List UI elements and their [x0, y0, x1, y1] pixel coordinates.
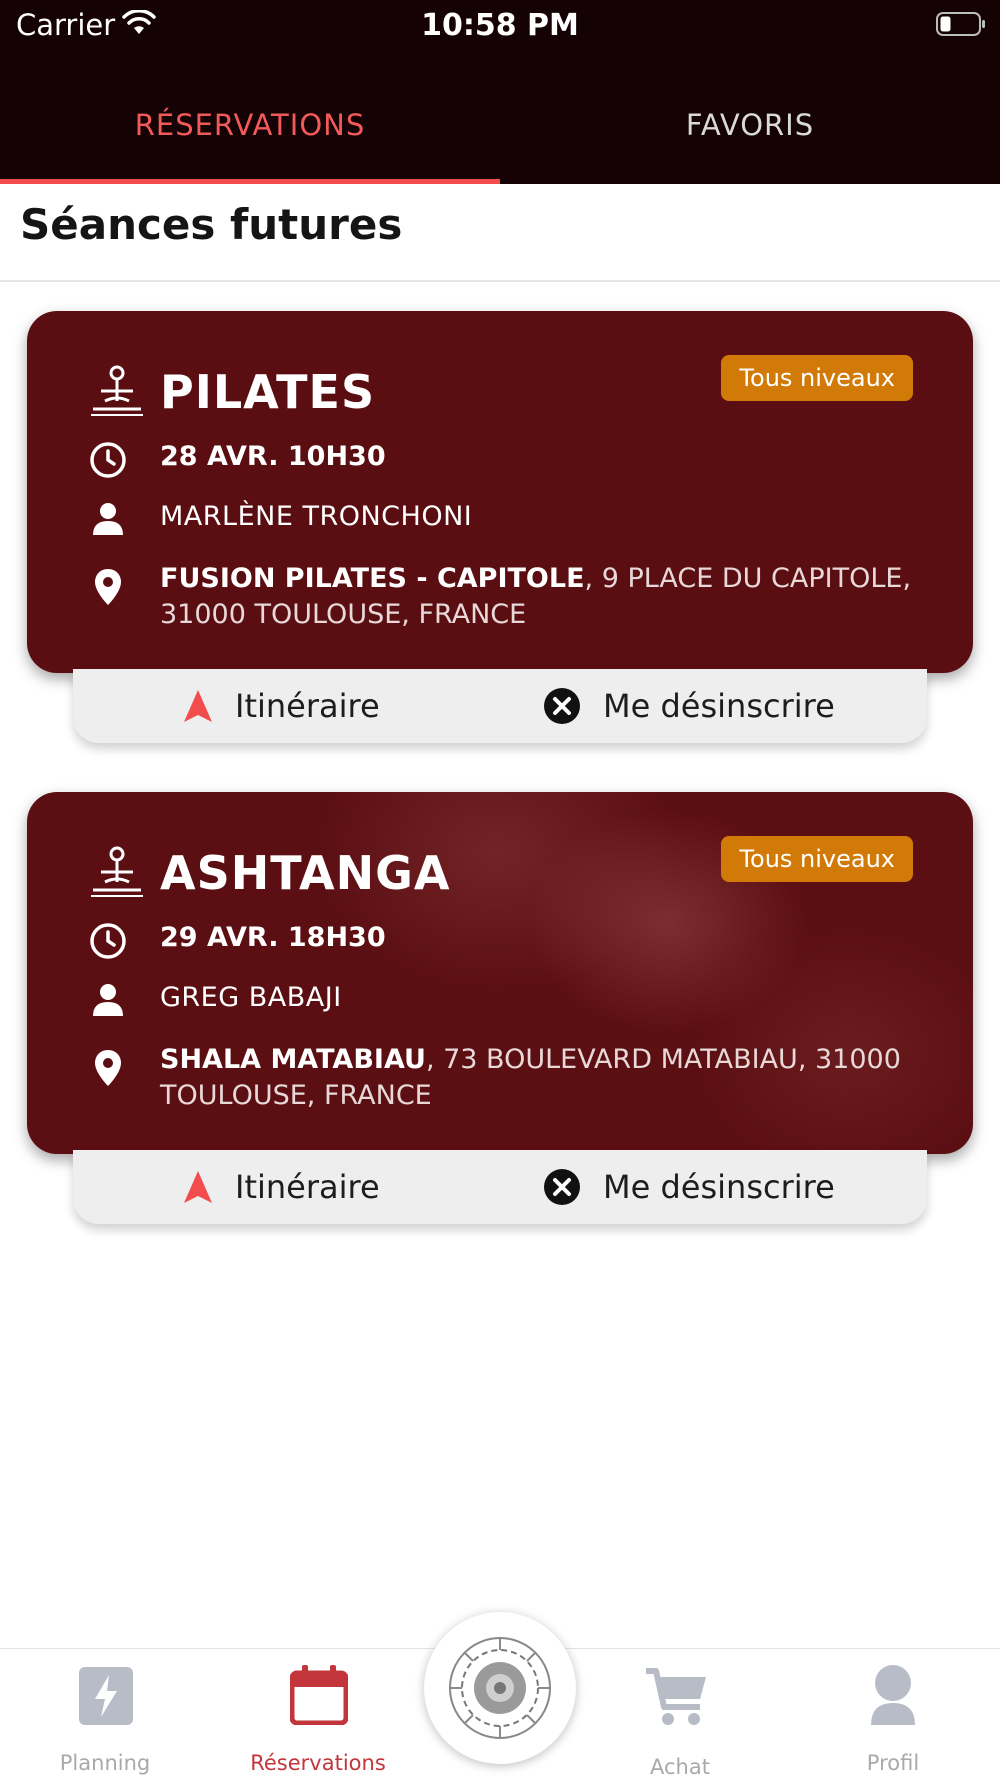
navigation-arrow-icon	[184, 690, 212, 722]
itinerary-label: Itinéraire	[235, 687, 380, 725]
teacher-icon	[93, 503, 123, 535]
class-address: SHALA MATABIAU, 73 BOULEVARD MATABIAU, 3…	[160, 1042, 950, 1114]
class-title: PILATES	[160, 365, 376, 419]
nav-item-reservations[interactable]: Réservations	[218, 1649, 418, 1779]
session-card-body[interactable]: ASHTANGA Tous niveaux 29 AVR. 18H30 GREG…	[27, 792, 973, 1154]
session-card-body[interactable]: PILATES Tous niveaux 28 AVR. 10H30 MARLÈ…	[27, 311, 973, 673]
tab-bar: RÉSERVATIONS FAVORIS	[0, 88, 1000, 184]
unsubscribe-label: Me désinscrire	[603, 687, 835, 725]
nav-label-planning: Planning	[59, 1751, 151, 1775]
section-title: Séances futures	[20, 200, 403, 249]
nav-label-reservations: Réservations	[250, 1751, 386, 1775]
class-address: FUSION PILATES - CAPITOLE, 9 PLACE DU CA…	[160, 561, 950, 633]
teacher-icon	[93, 984, 123, 1016]
clock-icon	[90, 442, 126, 478]
close-circle-icon	[544, 688, 580, 724]
nav-item-profil[interactable]: Profil	[793, 1649, 993, 1779]
status-time: 10:58 PM	[421, 8, 579, 43]
status-bar: Carrier 10:58 PM	[0, 0, 1000, 50]
battery-icon	[936, 12, 985, 36]
navigation-arrow-icon	[184, 1171, 212, 1203]
teacher-name: MARLÈNE TRONCHONI	[160, 501, 473, 532]
cart-icon	[646, 1668, 706, 1725]
yoga-pose-icon	[91, 365, 143, 416]
teacher-name: GREG BABAJI	[160, 982, 342, 1013]
nav-label-profil: Profil	[866, 1751, 920, 1775]
itinerary-label: Itinéraire	[235, 1168, 380, 1206]
level-badge: Tous niveaux	[721, 355, 913, 401]
lightning-icon	[79, 1667, 133, 1725]
venue-name: SHALA MATABIAU	[160, 1044, 426, 1075]
class-datetime: 28 AVR. 10H30	[160, 441, 386, 472]
calendar-icon	[290, 1665, 348, 1725]
tab-favoris[interactable]: FAVORIS	[500, 88, 1000, 180]
studio-logo-button[interactable]	[424, 1612, 576, 1764]
location-pin-icon	[95, 569, 121, 605]
clock-icon	[90, 923, 126, 959]
nav-label-achat: Achat	[650, 1755, 710, 1779]
nav-item-achat[interactable]: Achat	[580, 1649, 780, 1779]
itinerary-button[interactable]: Itinéraire	[183, 1150, 380, 1224]
top-bar: Carrier 10:58 PM RÉSERVATIONS FAVORIS	[0, 0, 1000, 184]
itinerary-button[interactable]: Itinéraire	[183, 669, 380, 743]
yoga-pose-icon	[91, 846, 143, 897]
unsubscribe-button[interactable]: Me désinscrire	[543, 669, 835, 743]
card-actions: Itinéraire Me désinscrire	[73, 1150, 927, 1224]
class-datetime: 29 AVR. 18H30	[160, 922, 386, 953]
card-actions: Itinéraire Me désinscrire	[73, 669, 927, 743]
venue-name: FUSION PILATES - CAPITOLE	[160, 563, 585, 594]
active-tab-indicator	[0, 179, 500, 184]
nav-item-planning[interactable]: Planning	[5, 1649, 205, 1779]
unsubscribe-button[interactable]: Me désinscrire	[543, 1150, 835, 1224]
mandala-logo-icon	[449, 1637, 551, 1739]
level-badge: Tous niveaux	[721, 836, 913, 882]
close-circle-icon	[544, 1169, 580, 1205]
class-title: ASHTANGA	[160, 846, 451, 900]
unsubscribe-label: Me désinscrire	[603, 1168, 835, 1206]
tab-reservations[interactable]: RÉSERVATIONS	[0, 88, 500, 180]
section-divider	[0, 280, 1000, 282]
location-pin-icon	[95, 1050, 121, 1086]
user-icon	[871, 1665, 915, 1725]
